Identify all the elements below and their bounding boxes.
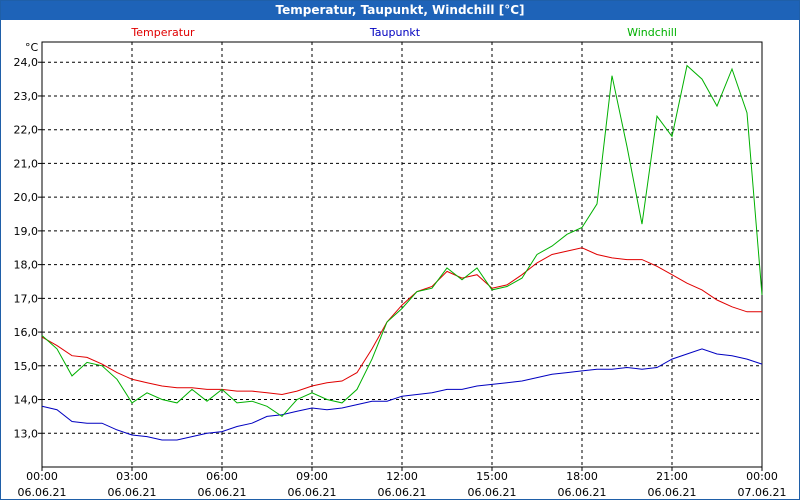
- y-tick-label: 17,0: [14, 292, 39, 305]
- x-tick-label-date: 06.06.21: [18, 486, 67, 499]
- y-tick-label: 19,0: [14, 225, 39, 238]
- x-tick-label-date: 06.06.21: [108, 486, 157, 499]
- x-tick-label-date: 06.06.21: [288, 486, 337, 499]
- y-tick-label: 14,0: [14, 394, 39, 407]
- chart-window: Temperatur, Taupunkt, Windchill [°C] 13,…: [0, 0, 800, 500]
- y-tick-label: 15,0: [14, 360, 39, 373]
- x-tick-label-date: 06.06.21: [648, 486, 697, 499]
- y-tick-label: 16,0: [14, 326, 39, 339]
- line-chart: 13,0 14,0 15,0 16,0 17,0 18,0 19,0 20,0 21,0 22,0…: [14, 26, 787, 499]
- y-tick-label: 22,0: [14, 124, 39, 137]
- x-tick-label-date: 07.06.21: [738, 486, 787, 499]
- x-tick-label-time: 03:00: [116, 470, 148, 483]
- x-tick-label-time: 12:00: [386, 470, 418, 483]
- y-tick-label: 21,0: [14, 157, 39, 170]
- x-tick-label-time: 21:00: [656, 470, 688, 483]
- y-tick-label: 23,0: [14, 90, 39, 103]
- y-tick-label: 13,0: [14, 427, 39, 440]
- x-tick-label-date: 06.06.21: [558, 486, 607, 499]
- x-tick-label-time: 15:00: [476, 470, 508, 483]
- x-tick-label-date: 06.06.21: [468, 486, 517, 499]
- x-tick-label-date: 06.06.21: [378, 486, 427, 499]
- legend-entry-temperatur: Temperatur: [130, 26, 195, 39]
- y-tick-label: 18,0: [14, 259, 39, 272]
- x-tick-label-time: 18:00: [566, 470, 598, 483]
- x-tick-label-date: 06.06.21: [198, 486, 247, 499]
- y-tick-label: 24,0: [14, 56, 39, 69]
- legend-entry-windchill: Windchill: [627, 26, 677, 39]
- y-axis-unit: °C: [25, 41, 39, 54]
- y-tick-label: 20,0: [14, 191, 39, 204]
- x-tick-label-time: 09:00: [296, 470, 328, 483]
- legend-entry-taupunkt: Taupunkt: [369, 26, 421, 39]
- x-tick-label-time: 00:00: [746, 470, 778, 483]
- x-tick-label-time: 00:00: [26, 470, 58, 483]
- x-tick-label-time: 06:00: [206, 470, 238, 483]
